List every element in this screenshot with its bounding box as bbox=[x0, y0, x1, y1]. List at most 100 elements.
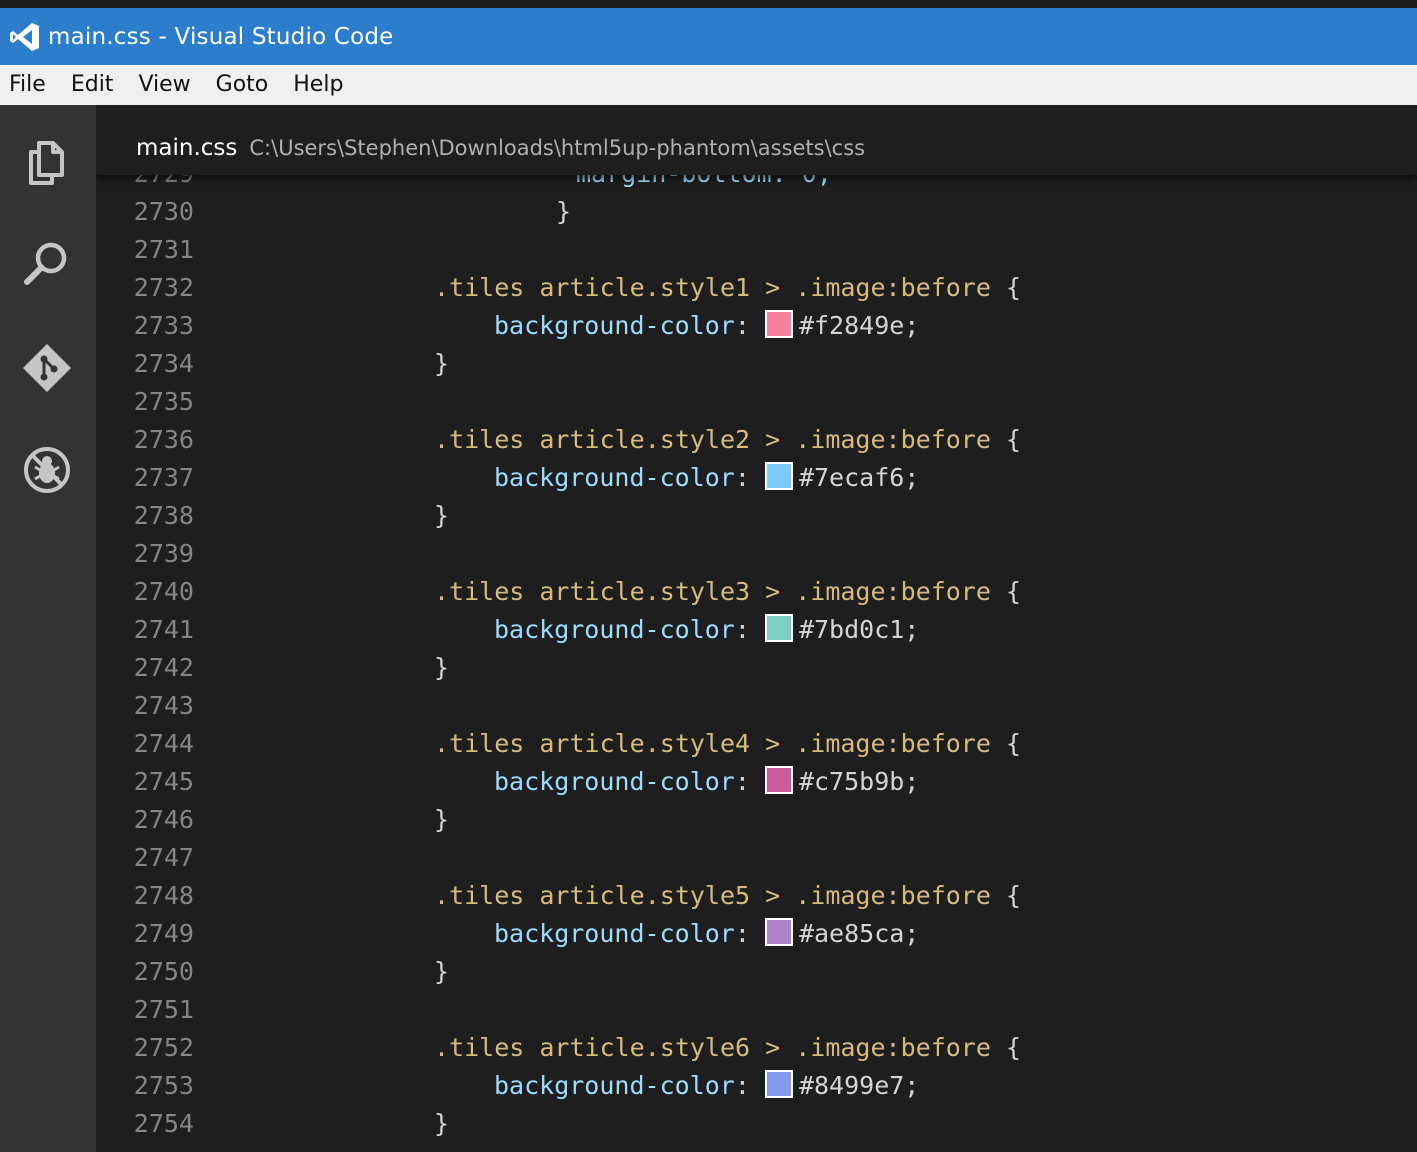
css-value: #7ecaf6 bbox=[798, 463, 905, 492]
code-line[interactable]: 2734} bbox=[96, 345, 1417, 383]
colon: : bbox=[734, 919, 765, 948]
menu-goto[interactable]: Goto bbox=[207, 65, 281, 105]
css-property: background-color bbox=[494, 463, 735, 492]
code-line[interactable]: 2750} bbox=[96, 953, 1417, 991]
line-number: 2749 bbox=[133, 919, 194, 948]
code-line[interactable]: 2740 .tiles article.style3 > .image:befor… bbox=[96, 573, 1417, 611]
code-line[interactable]: 2741 background-color: #7bd0c1; bbox=[96, 611, 1417, 649]
code-line[interactable]: 2749 background-color: #ae85ca; bbox=[96, 915, 1417, 953]
code-line[interactable]: 2753 background-color: #8499e7; bbox=[96, 1067, 1417, 1105]
editor-title-bar: main.css C:\Users\Stephen\Downloads\html… bbox=[96, 105, 1417, 175]
css-value: #ae85ca bbox=[798, 919, 905, 948]
open-file-name[interactable]: main.css bbox=[136, 135, 237, 161]
line-number: 2731 bbox=[133, 235, 194, 264]
line-number: 2738 bbox=[133, 501, 194, 530]
code-line[interactable]: 2730} bbox=[96, 193, 1417, 231]
line-number: 2742 bbox=[133, 653, 194, 682]
line-content: } bbox=[434, 801, 449, 839]
css-property: background-color bbox=[494, 919, 735, 948]
line-content: background-color: #f2849e; bbox=[494, 307, 919, 345]
code-line[interactable]: 2751 bbox=[96, 991, 1417, 1029]
css-property: background-color bbox=[494, 1071, 735, 1100]
code-line[interactable]: 2745 background-color: #c75b9b; bbox=[96, 763, 1417, 801]
code-line[interactable]: 2752 .tiles article.style6 > .image:befor… bbox=[96, 1029, 1417, 1067]
close-brace: } bbox=[434, 653, 450, 682]
code-line[interactable]: 2747 bbox=[96, 839, 1417, 877]
code-line[interactable]: 2732 .tiles article.style1 > .image:befor… bbox=[96, 269, 1417, 307]
code-line[interactable]: 2737 background-color: #7ecaf6; bbox=[96, 459, 1417, 497]
css-value: #8499e7 bbox=[798, 1071, 905, 1100]
line-content: background-color: #7bd0c1; bbox=[494, 611, 919, 649]
line-content: .tiles article.style3 > .image:before { bbox=[434, 573, 1021, 611]
line-number: 2733 bbox=[133, 311, 194, 340]
line-number: 2748 bbox=[133, 881, 194, 910]
colon: : bbox=[734, 1071, 765, 1100]
line-content: background-color: #ae85ca; bbox=[494, 915, 919, 953]
semicolon: ; bbox=[904, 1071, 920, 1100]
color-swatch[interactable] bbox=[764, 310, 793, 338]
css-selector: .tiles article.style6 > .image:before bbox=[434, 1033, 991, 1062]
title-bar[interactable]: main.css - Visual Studio Code bbox=[0, 8, 1417, 65]
code-line[interactable]: 2748 .tiles article.style5 > .image:befor… bbox=[96, 877, 1417, 915]
line-number: 2751 bbox=[133, 995, 194, 1024]
line-number: 2750 bbox=[133, 957, 194, 986]
css-selector: .tiles article.style2 > .image:before bbox=[434, 425, 991, 454]
line-content: .tiles article.style2 > .image:before { bbox=[434, 421, 1021, 459]
code-line[interactable]: 2742} bbox=[96, 649, 1417, 687]
menu-help[interactable]: Help bbox=[284, 65, 355, 105]
open-brace: { bbox=[990, 881, 1022, 910]
close-brace: } bbox=[434, 501, 450, 530]
line-content: background-color: #8499e7; bbox=[494, 1067, 919, 1105]
code-line[interactable]: 2736 .tiles article.style2 > .image:befor… bbox=[96, 421, 1417, 459]
menu-view[interactable]: View bbox=[129, 65, 202, 105]
line-content: background-color: #7ecaf6; bbox=[494, 459, 919, 497]
colon: : bbox=[734, 615, 765, 644]
semicolon: ; bbox=[904, 767, 920, 796]
color-swatch[interactable] bbox=[764, 462, 793, 490]
search-icon[interactable] bbox=[18, 235, 76, 293]
line-content: } bbox=[434, 649, 449, 687]
code-line[interactable]: 2743 bbox=[96, 687, 1417, 725]
open-brace: { bbox=[990, 577, 1022, 606]
activity-bar bbox=[0, 105, 96, 1152]
debug-icon[interactable] bbox=[18, 441, 76, 499]
color-swatch[interactable] bbox=[764, 1070, 793, 1098]
menu-edit[interactable]: Edit bbox=[62, 65, 126, 105]
semicolon: ; bbox=[904, 463, 920, 492]
code-line[interactable]: 2746} bbox=[96, 801, 1417, 839]
editor[interactable]: main.css C:\Users\Stephen\Downloads\html… bbox=[96, 105, 1417, 1152]
git-icon[interactable] bbox=[18, 339, 76, 397]
line-number: 2747 bbox=[133, 843, 194, 872]
line-number: 2744 bbox=[133, 729, 194, 758]
line-content: } bbox=[556, 193, 571, 231]
colon: : bbox=[734, 463, 765, 492]
colon: : bbox=[734, 767, 765, 796]
vscode-logo-icon bbox=[8, 20, 42, 54]
open-brace: { bbox=[990, 425, 1022, 454]
explorer-icon[interactable] bbox=[18, 133, 76, 191]
color-swatch[interactable] bbox=[764, 614, 793, 642]
line-number: 2736 bbox=[133, 425, 194, 454]
line-number: 2737 bbox=[133, 463, 194, 492]
css-property: background-color bbox=[494, 311, 735, 340]
code-line[interactable]: 2754} bbox=[96, 1105, 1417, 1143]
code-line[interactable]: 2735 bbox=[96, 383, 1417, 421]
open-brace: { bbox=[990, 1033, 1022, 1062]
menu-file[interactable]: File bbox=[0, 65, 58, 105]
code-line[interactable]: 2731 bbox=[96, 231, 1417, 269]
code-line[interactable]: 2744 .tiles article.style4 > .image:befor… bbox=[96, 725, 1417, 763]
line-number: 2735 bbox=[133, 387, 194, 416]
code-line[interactable]: 2738} bbox=[96, 497, 1417, 535]
line-content: } bbox=[434, 497, 449, 535]
open-file-path: C:\Users\Stephen\Downloads\html5up-phant… bbox=[249, 136, 866, 160]
line-content: .tiles article.style5 > .image:before { bbox=[434, 877, 1021, 915]
code-line[interactable]: 2733 background-color: #f2849e; bbox=[96, 307, 1417, 345]
color-swatch[interactable] bbox=[764, 918, 793, 946]
semicolon: ; bbox=[904, 615, 920, 644]
close-brace: } bbox=[434, 957, 450, 986]
line-number: 2730 bbox=[133, 197, 194, 226]
code-line[interactable]: 2739 bbox=[96, 535, 1417, 573]
code-area[interactable]: 2729margin-bottom: 0;2730}27312732.tiles… bbox=[96, 155, 1417, 1143]
color-swatch[interactable] bbox=[764, 766, 793, 794]
menu-bar: File Edit View Goto Help bbox=[0, 65, 1417, 105]
